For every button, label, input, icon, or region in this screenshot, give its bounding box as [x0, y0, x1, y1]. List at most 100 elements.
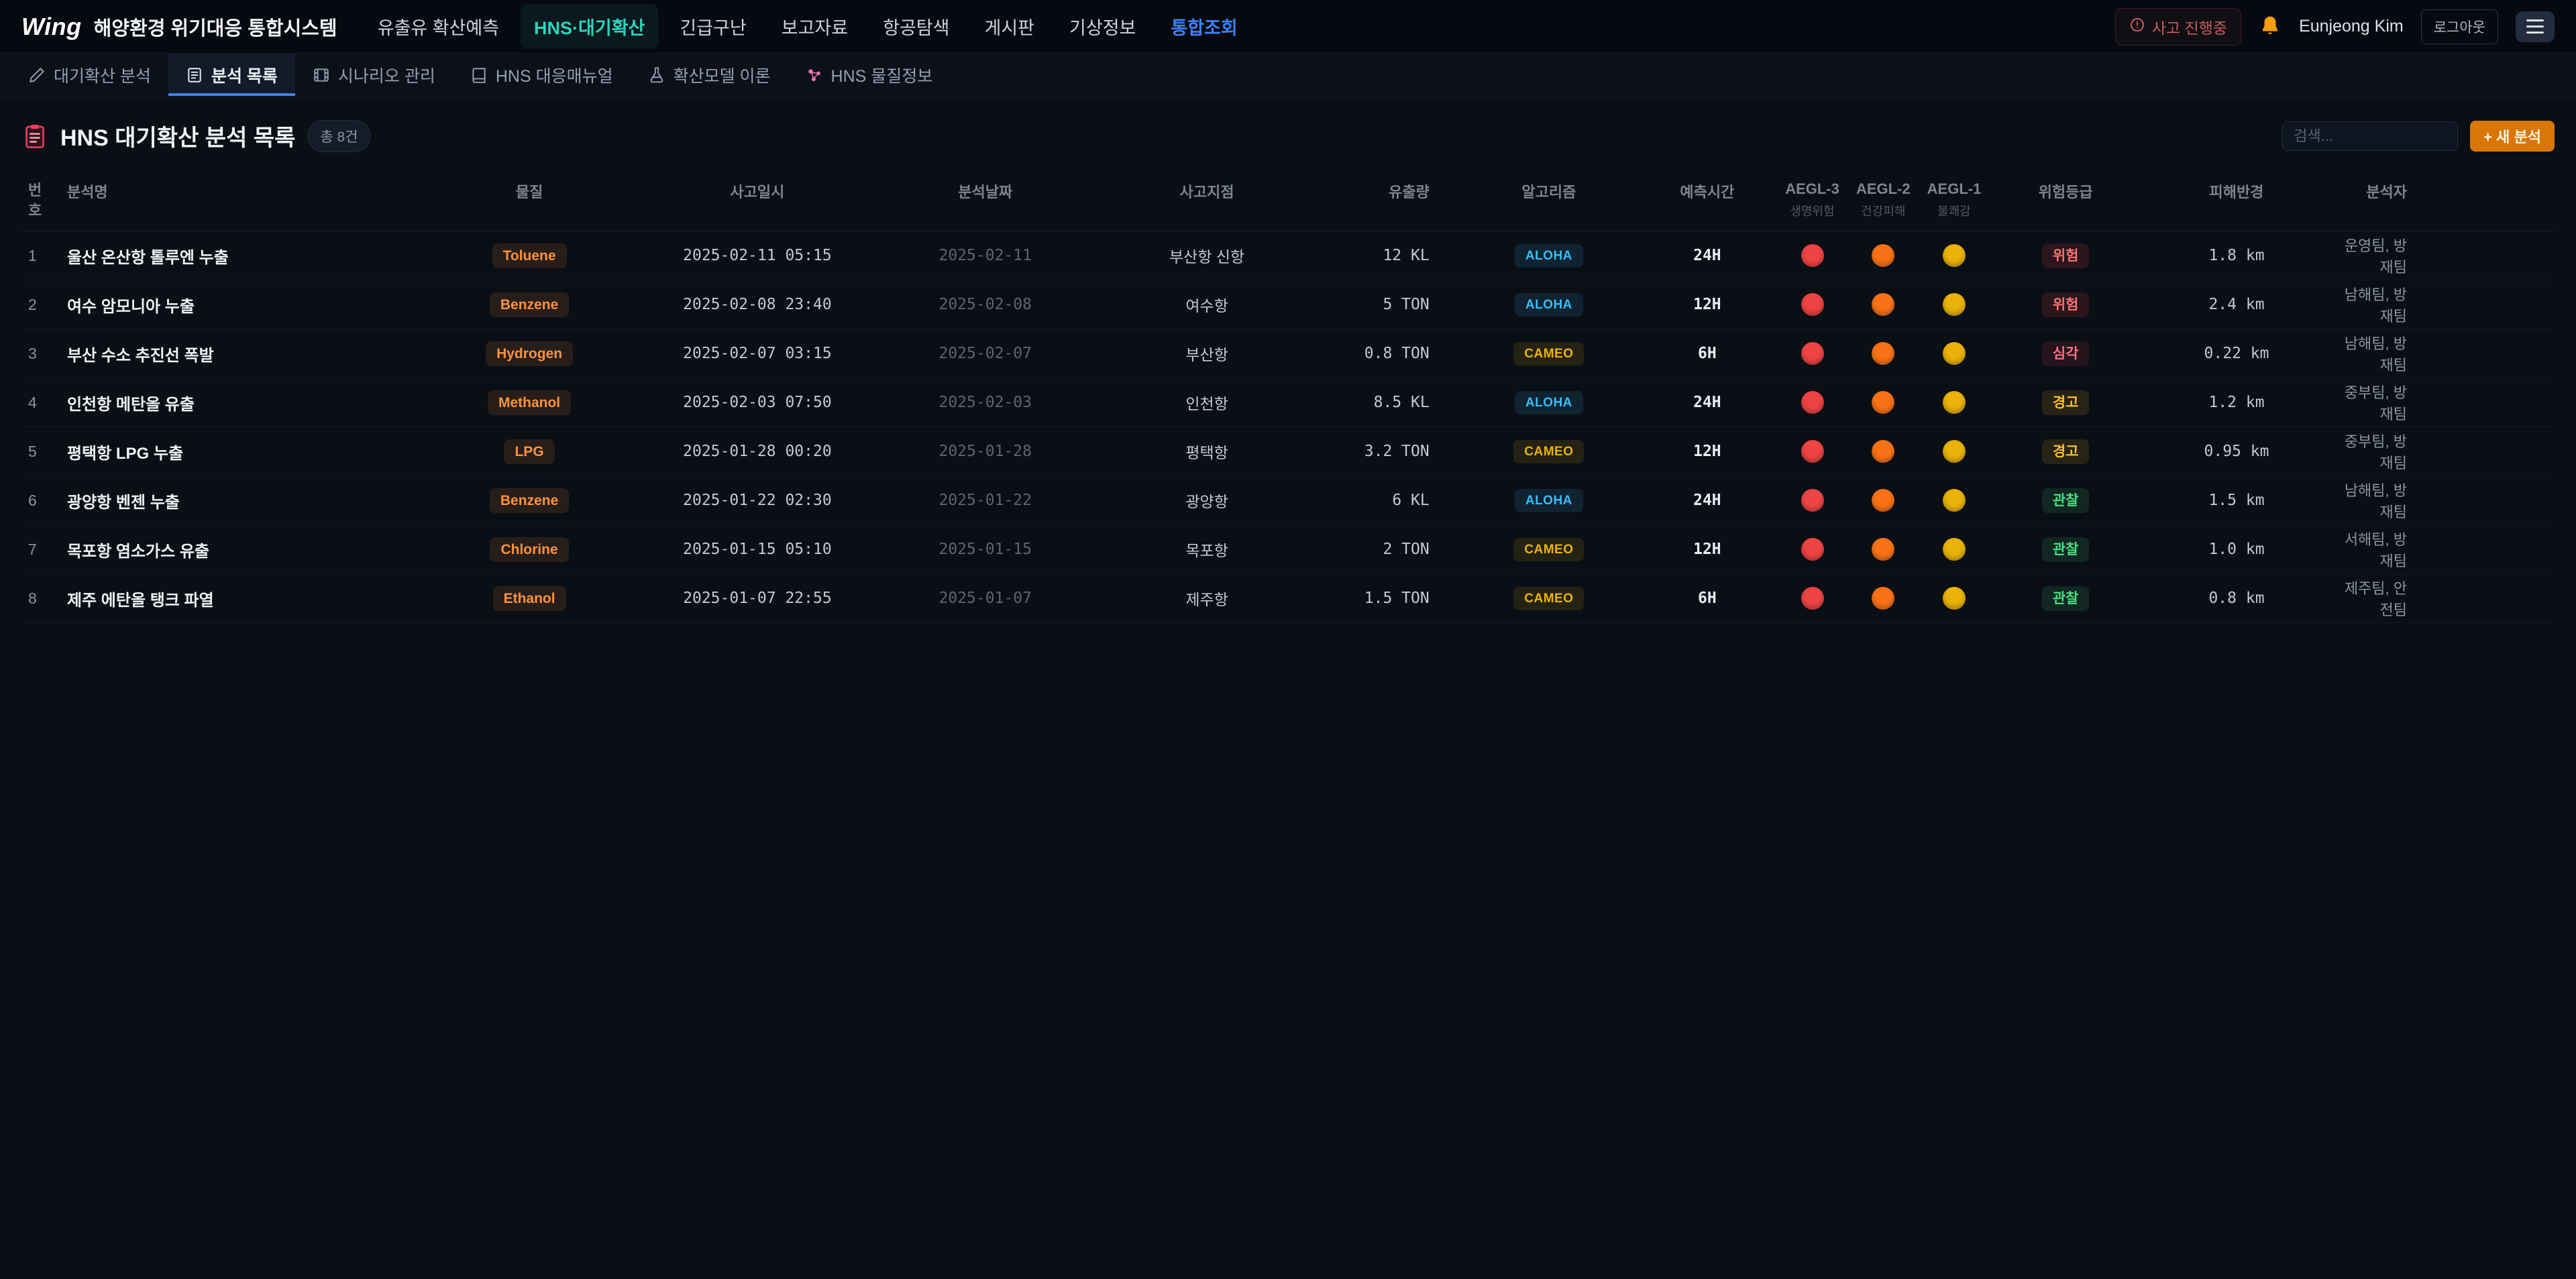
- table-row[interactable]: 3부산 수소 추진선 폭발Hydrogen2025-02-07 03:15202…: [21, 329, 2555, 378]
- accident-location: 부산항 신항: [1080, 231, 1334, 280]
- aegl1-level-indicator: [1943, 440, 1966, 463]
- accident-location: 부산항: [1080, 329, 1334, 378]
- analysis-name: 광양항 벤젠 누출: [67, 476, 435, 525]
- table-row[interactable]: 4인천항 메탄올 유출Methanol2025-02-03 07:502025-…: [21, 378, 2555, 427]
- accident-datetime: 2025-02-07 03:15: [625, 329, 890, 378]
- risk-cell: 위험: [1990, 231, 2142, 280]
- clipboard-icon: [21, 123, 48, 150]
- risk-cell: 심각: [1990, 329, 2142, 378]
- risk-cell: 경고: [1990, 427, 2142, 476]
- analyst: 남해팀, 방재팀: [2332, 329, 2555, 378]
- analyst: 남해팀, 방재팀: [2332, 476, 2555, 525]
- column-header-analyst: 분석자: [2332, 172, 2555, 231]
- page-header: HNS 대기확산 분석 목록 총 8건 + 새 분석: [21, 97, 2555, 152]
- tab-1[interactable]: 대기확산 분석: [11, 54, 168, 96]
- substance-cell: Benzene: [434, 280, 624, 329]
- accident-location: 목포항: [1080, 525, 1334, 574]
- analysis-date: 2025-02-07: [890, 329, 1080, 378]
- table-row[interactable]: 6광양항 벤젠 누출Benzene2025-01-22 02:302025-01…: [21, 476, 2555, 525]
- table-row[interactable]: 1울산 온산항 톨루엔 누출Toluene2025-02-11 05:15202…: [21, 231, 2555, 280]
- incident-status-badge[interactable]: 사고 진행중: [2115, 8, 2241, 46]
- aegl1-level-indicator: [1943, 489, 1966, 512]
- row-number: 7: [21, 525, 67, 574]
- tab-5[interactable]: 확산모델 이론: [631, 54, 788, 96]
- analysis-name: 목포항 염소가스 유출: [67, 525, 435, 574]
- main-content: HNS 대기확산 분석 목록 총 8건 + 새 분석 번호분석명물질사고일시분석…: [0, 97, 2576, 623]
- menu-item-3[interactable]: 긴급구난: [666, 4, 759, 49]
- aegl1-level-indicator: [1943, 538, 1966, 561]
- spill-amount: 1.5 TON: [1334, 574, 1460, 623]
- search-input[interactable]: [2282, 121, 2458, 151]
- damage-radius: 0.95 km: [2141, 427, 2331, 476]
- menu-item-6[interactable]: 게시판: [971, 4, 1049, 49]
- film-icon: [313, 66, 330, 84]
- analysis-name: 울산 온산항 톨루엔 누출: [67, 231, 435, 280]
- tab-label: 분석 목록: [211, 63, 278, 87]
- column-header-accident_datetime: 사고일시: [625, 172, 890, 231]
- tab-4[interactable]: HNS 대응매뉴얼: [453, 54, 631, 96]
- aegl1-cell: [1919, 280, 1990, 329]
- risk-grade-badge: 경고: [2042, 439, 2090, 464]
- aegl2-level-indicator: [1872, 244, 1894, 267]
- substance-cell: Methanol: [434, 378, 624, 427]
- accident-location: 평택항: [1080, 427, 1334, 476]
- aegl2-level-indicator: [1872, 293, 1894, 316]
- algorithm-cell: ALOHA: [1460, 378, 1638, 427]
- table-row[interactable]: 8제주 에탄올 탱크 파열Ethanol2025-01-07 22:552025…: [21, 574, 2555, 623]
- aegl2-cell: [1847, 231, 1919, 280]
- menu-toggle-button[interactable]: [2516, 11, 2555, 42]
- risk-grade-badge: 위험: [2042, 292, 2090, 317]
- menu-item-8[interactable]: 통합조회: [1157, 4, 1250, 49]
- damage-radius: 1.8 km: [2141, 231, 2331, 280]
- substance-cell: Benzene: [434, 476, 624, 525]
- main-menu: 유출유 확산예측HNS·대기확산긴급구난보고자료항공탐색게시판기상정보통합조회: [364, 4, 1251, 49]
- analysis-name: 평택항 LPG 누출: [67, 427, 435, 476]
- aegl1-cell: [1919, 231, 1990, 280]
- logout-button[interactable]: 로그아웃: [2421, 9, 2498, 44]
- brand: Wing 해양환경 위기대응 통합시스템: [21, 13, 337, 41]
- row-number: 5: [21, 427, 67, 476]
- menu-item-5[interactable]: 항공탐색: [869, 4, 963, 49]
- table-row[interactable]: 2여수 암모니아 누출Benzene2025-02-08 23:402025-0…: [21, 280, 2555, 329]
- tab-3[interactable]: 시나리오 관리: [295, 54, 453, 96]
- aegl2-level-indicator: [1872, 489, 1894, 512]
- aegl1-cell: [1919, 427, 1990, 476]
- analysis-date: 2025-02-03: [890, 378, 1080, 427]
- forecast-hours: 24H: [1638, 476, 1777, 525]
- tab-6[interactable]: HNS 물질정보: [788, 54, 951, 96]
- substance-badge: LPG: [504, 439, 554, 464]
- book-icon: [470, 66, 488, 84]
- menu-item-1[interactable]: 유출유 확산예측: [364, 4, 513, 49]
- menu-item-4[interactable]: 보고자료: [768, 4, 861, 49]
- tab-2[interactable]: 분석 목록: [168, 54, 295, 96]
- aegl3-level-indicator: [1801, 293, 1824, 316]
- menu-item-2[interactable]: HNS·대기확산: [521, 4, 658, 49]
- analysis-table: 번호분석명물질사고일시분석날짜사고지점유출량알고리즘예측시간AEGL-3생명위험…: [21, 172, 2555, 623]
- substance-badge: Benzene: [490, 488, 569, 513]
- menu-item-7[interactable]: 기상정보: [1056, 4, 1149, 49]
- new-analysis-button[interactable]: + 새 분석: [2470, 121, 2555, 152]
- algorithm-badge: ALOHA: [1515, 244, 1583, 268]
- risk-grade-badge: 관찰: [2042, 488, 2090, 513]
- table-row[interactable]: 5평택항 LPG 누출LPG2025-01-28 00:202025-01-28…: [21, 427, 2555, 476]
- row-number: 2: [21, 280, 67, 329]
- notification-bell-button[interactable]: [2259, 14, 2282, 39]
- aegl1-level-indicator: [1943, 587, 1966, 610]
- column-header-amount: 유출량: [1334, 172, 1460, 231]
- aegl2-cell: [1847, 427, 1919, 476]
- algorithm-cell: ALOHA: [1460, 280, 1638, 329]
- table-row[interactable]: 7목포항 염소가스 유출Chlorine2025-01-15 05:102025…: [21, 525, 2555, 574]
- aegl3-level-indicator: [1801, 391, 1824, 414]
- logo: Wing: [21, 13, 82, 41]
- tab-label: 시나리오 관리: [338, 63, 435, 87]
- algorithm-cell: CAMEO: [1460, 329, 1638, 378]
- algorithm-cell: CAMEO: [1460, 574, 1638, 623]
- risk-cell: 관찰: [1990, 476, 2142, 525]
- algorithm-badge: CAMEO: [1513, 587, 1584, 610]
- substance-cell: Chlorine: [434, 525, 624, 574]
- analysis-date: 2025-01-28: [890, 427, 1080, 476]
- flask-icon: [648, 66, 665, 84]
- aegl3-cell: [1777, 329, 1848, 378]
- damage-radius: 1.2 km: [2141, 378, 2331, 427]
- substance-badge: Toluene: [492, 243, 567, 268]
